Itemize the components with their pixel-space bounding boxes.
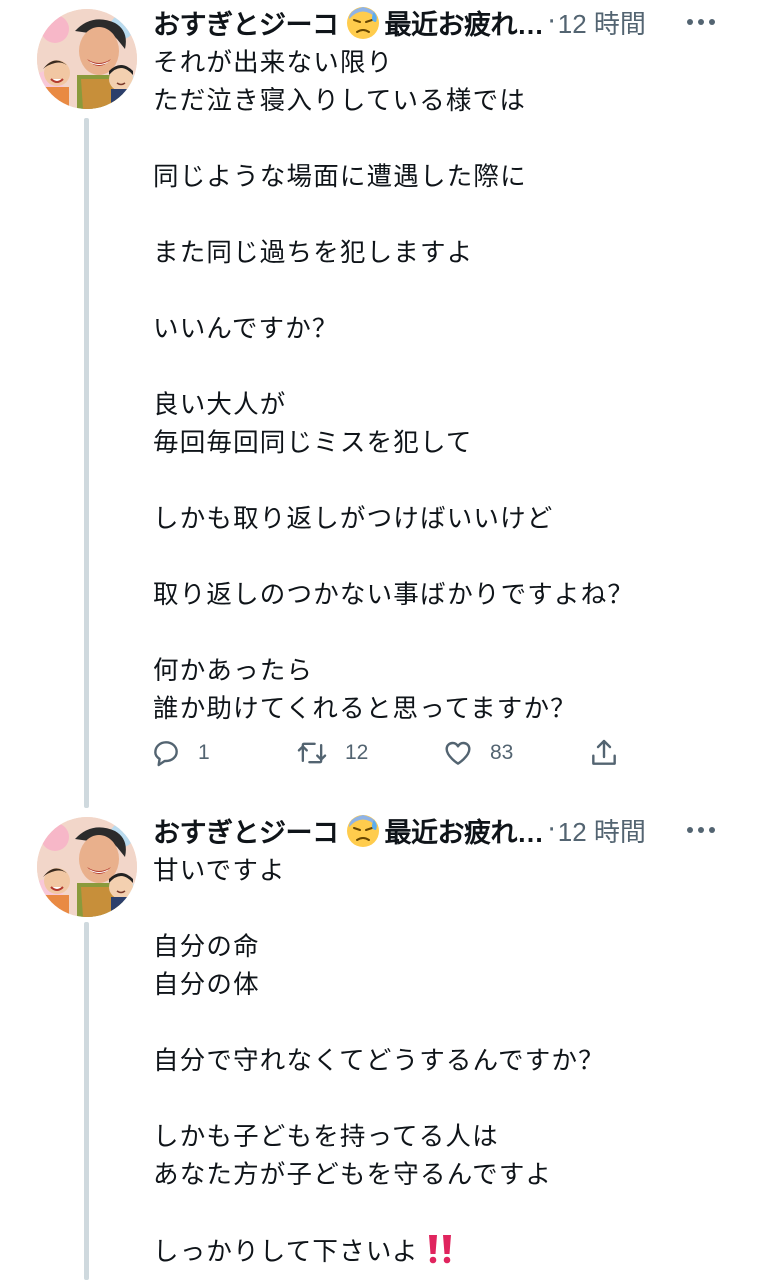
avatar-image	[37, 9, 137, 109]
tweet-timestamp[interactable]: 12 時間	[558, 4, 646, 41]
tweet-text-line: ただ泣き寝入りしている様では	[153, 87, 527, 115]
double-exclamation-icon	[428, 1235, 451, 1264]
author-display-name[interactable]: おすぎとジーコ	[153, 811, 339, 850]
avatar[interactable]	[37, 9, 137, 109]
tweet-text-line: 自分の命	[153, 933, 260, 961]
reply-count: 1	[198, 741, 210, 764]
author-name-suffix[interactable]: 最近お疲れ…	[385, 3, 545, 42]
tweet-text-line: 自分で守れなくてどうするんですか？	[153, 1047, 605, 1075]
reply-icon	[154, 741, 178, 767]
more-options-icon[interactable]	[681, 12, 721, 32]
thread-connector-line	[84, 118, 89, 808]
retweet-count: 12	[345, 741, 369, 764]
header-separator: ·	[547, 815, 556, 845]
tweet-text-line: あなた方が子どもを守るんですよ	[153, 1161, 553, 1189]
tweet-text: 甘いですよ 自分の命 自分の体 自分で守れなくてどうするんですか？ しかも子ども…	[153, 852, 713, 1270]
author-name-suffix[interactable]: 最近お疲れ…	[385, 811, 545, 850]
tweet-header: おすぎとジーコ 最近お疲れ… · 12 時間	[153, 810, 721, 850]
tweet-text-line: 毎回毎回同じミスを犯して	[153, 429, 473, 457]
tweet-text-line: 自分の体	[153, 971, 260, 999]
tweet-text-line: 甘いですよ	[153, 857, 286, 885]
header-separator: ·	[547, 7, 556, 37]
heart-icon	[445, 741, 471, 765]
tweet-actions: 1 12 83	[150, 733, 630, 773]
tweet-timestamp[interactable]: 12 時間	[558, 812, 646, 849]
downcast-face-with-sweat-emoji-icon	[345, 4, 381, 40]
tweet-text-fragment: しっかりして下さいよ	[153, 1238, 419, 1266]
more-options-icon[interactable]	[681, 820, 721, 840]
share-icon	[592, 739, 616, 765]
share-button[interactable]	[588, 733, 620, 773]
tweet-text-line: 取り返しのつかない事ばかりですよね？	[153, 581, 635, 609]
tweet[interactable]: おすぎとジーコ 最近お疲れ… · 12 時間 甘いですよ 自分の命 自分の体 自…	[0, 808, 757, 1280]
tweet-text-line: しかも子どもを持ってる人は	[153, 1123, 499, 1151]
like-count: 83	[490, 741, 514, 764]
reply-button[interactable]: 1	[150, 733, 210, 773]
avatar[interactable]	[37, 817, 137, 917]
tweet-text-line: 何かあったら	[153, 657, 314, 685]
tweet-text-line: いいんですか？	[153, 315, 339, 343]
downcast-face-with-sweat-emoji-icon	[345, 812, 381, 848]
tweet-text: それが出来ない限り ただ泣き寝入りしている様では 同じような場面に遭遇した際に …	[153, 44, 713, 728]
tweet-text-line-last: しっかりして下さいよ	[153, 1232, 713, 1270]
retweet-button[interactable]: 12	[295, 733, 368, 773]
avatar-image	[37, 817, 137, 917]
author-display-name[interactable]: おすぎとジーコ	[153, 3, 339, 42]
tweet-header: おすぎとジーコ 最近お疲れ… · 12 時間	[153, 2, 721, 42]
tweet-text-line: 同じような場面に遭遇した際に	[153, 163, 527, 191]
tweet-text-line: 誰か助けてくれると思ってますか？	[153, 695, 577, 723]
like-button[interactable]: 83	[442, 733, 513, 773]
thread-connector-line	[84, 922, 89, 1280]
tweet[interactable]: おすぎとジーコ 最近お疲れ… · 12 時間 それが出来ない限り ただ泣き寝入り…	[0, 0, 757, 808]
tweet-text-line: 良い大人が	[153, 391, 287, 419]
tweet-text-line: また同じ過ちを犯しますよ	[153, 239, 474, 267]
tweet-text-line: それが出来ない限り	[153, 49, 394, 77]
tweet-text-line: しかも取り返しがつけばいいけど	[153, 505, 554, 533]
retweet-icon	[297, 742, 327, 764]
